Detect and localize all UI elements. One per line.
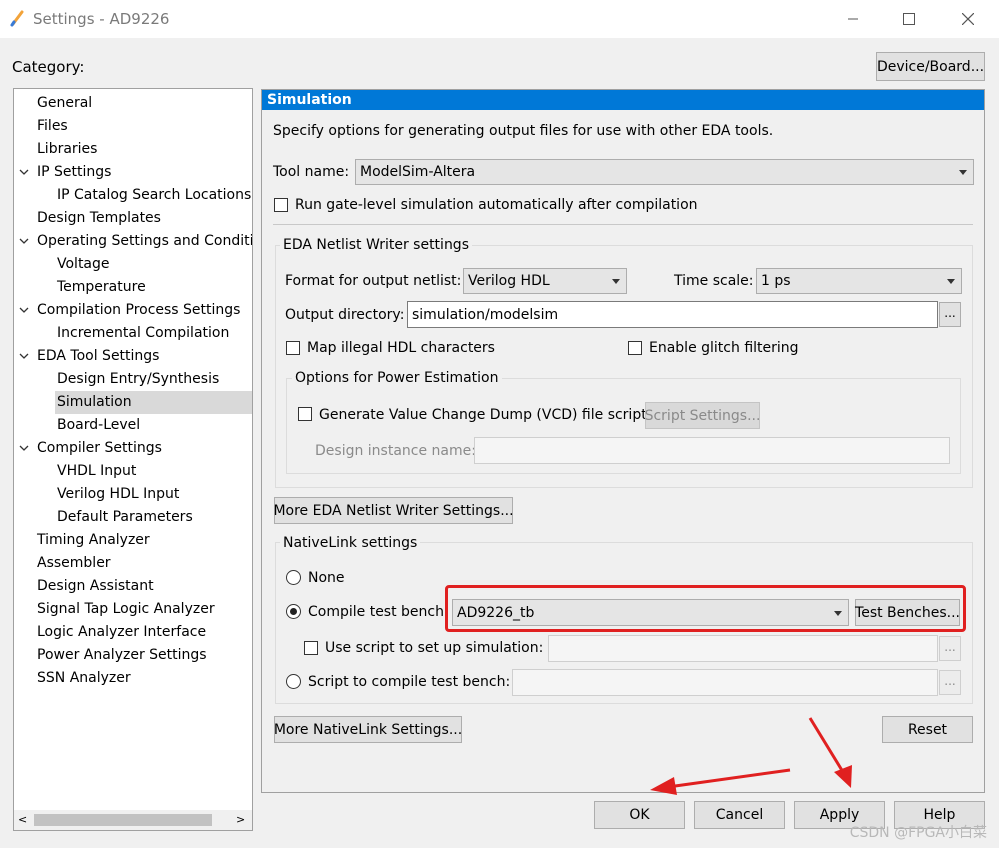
arrow-to-ok-icon	[650, 768, 791, 795]
annotation-arrows	[650, 717, 852, 795]
arrow-to-apply-icon	[808, 717, 852, 788]
watermark: CSDN @FPGA小白菜	[849, 825, 987, 841]
